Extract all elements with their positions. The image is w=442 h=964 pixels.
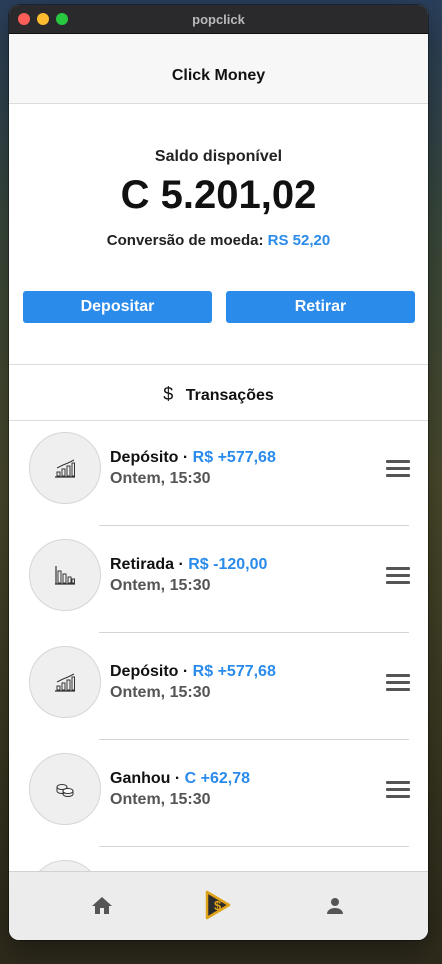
balance-value: C 5.201,02	[120, 173, 317, 217]
transaction-time: Ontem, 15:30	[110, 791, 211, 808]
tab-bar: $	[9, 871, 428, 940]
transaction-title: Depósito · R$ +577,68	[110, 663, 276, 680]
transaction-time: Ontem, 15:30	[110, 684, 211, 701]
conversion-value: RS 52,20	[267, 232, 331, 249]
transaction-row[interactable]: Depósito · R$ +577,68 Ontem, 15:30	[9, 636, 428, 743]
divider	[99, 739, 409, 740]
zoom-window-button[interactable]	[56, 13, 68, 25]
transaction-title: Ganhou · C +62,78	[110, 770, 251, 787]
home-icon[interactable]	[90, 894, 114, 918]
withdraw-button[interactable]: Retirar	[226, 291, 415, 323]
transaction-row[interactable]: Ganhou · C +62,78 Ontem, 15:30	[9, 743, 428, 850]
chart-up-icon	[55, 459, 75, 478]
window-title: popclick	[192, 12, 245, 27]
profile-icon[interactable]	[323, 894, 347, 918]
dollar-icon: $	[163, 384, 174, 404]
transaction-title: Depósito · R$ +577,68	[110, 449, 276, 466]
transaction-avatar	[29, 432, 101, 504]
popclick-logo-icon[interactable]: $	[201, 889, 233, 921]
transaction-row[interactable]: Retirada · R$ -120,00 Ontem, 15:30	[9, 529, 428, 636]
transaction-avatar	[29, 646, 101, 718]
conversion-label: Conversão de moeda:	[106, 232, 264, 249]
transaction-type: Ganhou	[110, 770, 171, 787]
title-bar: popclick	[9, 5, 428, 34]
divider	[99, 525, 409, 526]
hamburger-menu-icon[interactable]	[386, 674, 410, 692]
transaction-amount: R$ +577,68	[192, 449, 276, 466]
transaction-avatar	[29, 753, 101, 825]
transaction-amount: R$ -120,00	[188, 556, 268, 573]
transaction-time: Ontem, 15:30	[110, 470, 211, 487]
transaction-row[interactable]: Depósito · R$ +577,68 Ontem, 15:30	[9, 422, 428, 529]
deposit-button[interactable]: Depositar	[23, 291, 212, 323]
coins-icon	[56, 784, 74, 797]
transaction-amount: C +62,78	[184, 770, 251, 787]
transactions-list[interactable]: Depósito · R$ +577,68 Ontem, 15:30 Retir…	[9, 422, 428, 872]
chart-down-icon	[55, 566, 75, 585]
transaction-row[interactable]	[9, 850, 428, 872]
hamburger-menu-icon[interactable]	[386, 460, 410, 478]
chart-up-icon	[55, 673, 75, 692]
transaction-type: Depósito	[110, 663, 179, 680]
hamburger-menu-icon[interactable]	[386, 781, 410, 799]
divider	[99, 632, 409, 633]
currency-conversion: Conversão de moeda: RS 52,20	[9, 232, 428, 249]
page-title: Click Money	[171, 67, 266, 84]
transaction-type: Depósito	[110, 449, 179, 466]
transaction-time: Ontem, 15:30	[110, 577, 211, 594]
app-window: popclick Click Money Saldo disponível C …	[9, 5, 428, 940]
svg-text:$: $	[214, 898, 222, 913]
transaction-title: Retirada · R$ -120,00	[110, 556, 268, 573]
transaction-type: Retirada	[110, 556, 175, 573]
minimize-window-button[interactable]	[37, 13, 49, 25]
transaction-avatar	[29, 539, 101, 611]
transaction-amount: R$ +577,68	[192, 663, 276, 680]
divider	[99, 846, 409, 847]
navigation-bar: Click Money	[9, 34, 428, 104]
close-window-button[interactable]	[18, 13, 30, 25]
balance-label: Saldo disponível	[154, 148, 283, 165]
transactions-header: $ Transações	[9, 364, 428, 421]
transactions-title: Transações	[185, 387, 274, 404]
hamburger-menu-icon[interactable]	[386, 567, 410, 585]
